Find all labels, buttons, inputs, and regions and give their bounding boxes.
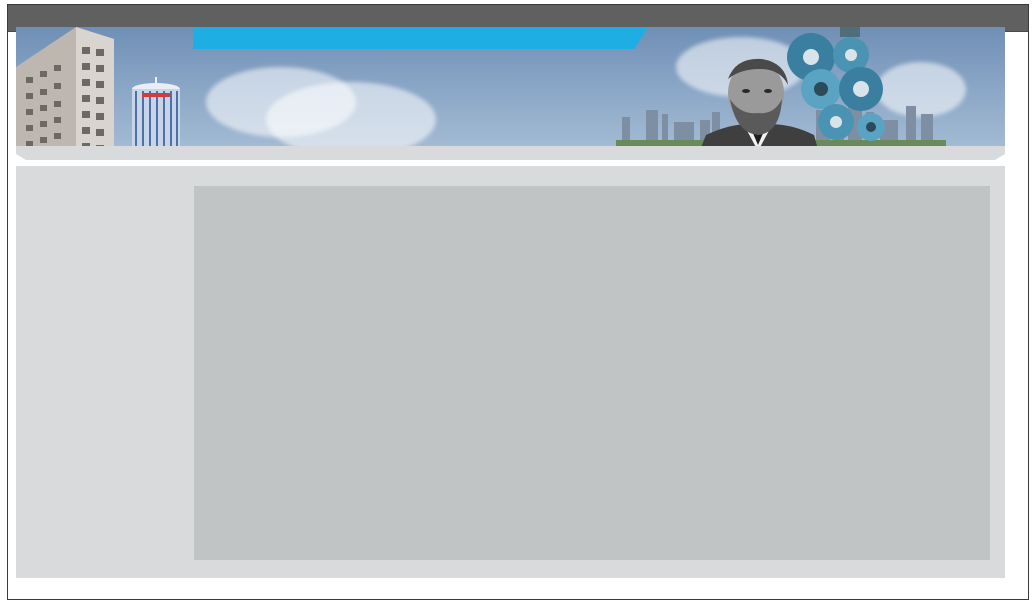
content-area bbox=[194, 186, 990, 560]
bearded-man-portrait-image bbox=[696, 58, 821, 160]
header-accent-bar bbox=[193, 27, 648, 49]
left-sidebar bbox=[16, 166, 194, 578]
header-banner bbox=[16, 27, 1005, 160]
banner-bottom-strip bbox=[16, 146, 1005, 160]
office-building-image bbox=[16, 27, 114, 160]
